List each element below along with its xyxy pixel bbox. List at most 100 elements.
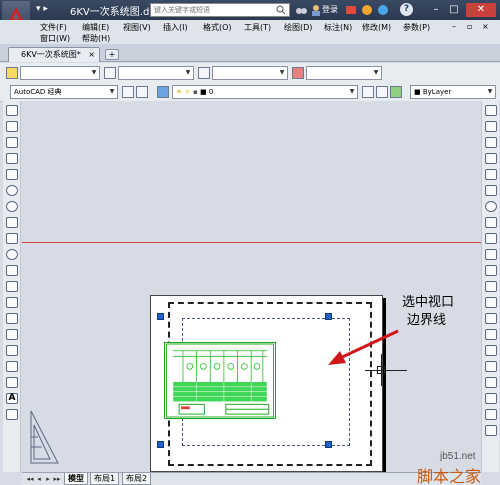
menu-close[interactable]: × xyxy=(482,22,489,31)
menu-insert[interactable]: 插入(I) xyxy=(163,22,188,33)
rotate-icon[interactable] xyxy=(485,201,497,212)
hatch-icon[interactable] xyxy=(6,329,18,340)
construction-line-icon[interactable] xyxy=(6,121,18,132)
next-tab-button[interactable]: ▸ xyxy=(44,474,52,484)
chamfer-icon[interactable] xyxy=(485,329,497,340)
copy-icon[interactable] xyxy=(485,121,497,132)
group-icon[interactable] xyxy=(485,409,497,420)
new-tab-button[interactable]: + xyxy=(105,49,119,60)
last-tab-button[interactable]: ▸▸ xyxy=(53,474,61,484)
add-selected-icon[interactable] xyxy=(6,409,18,420)
connect-icon[interactable] xyxy=(361,4,373,16)
menu-restore[interactable]: ▫ xyxy=(467,22,472,31)
quick-access-arrow-icon[interactable]: ▾ ▸ xyxy=(36,4,48,14)
menu-edit[interactable]: 编辑(E) xyxy=(82,22,109,33)
a360-icon[interactable] xyxy=(377,4,389,16)
user-icon[interactable] xyxy=(310,4,322,16)
arc-icon[interactable] xyxy=(6,185,18,196)
layer-select[interactable]: ☀ ☼ ▪ ■ 0 ▼ xyxy=(172,85,358,99)
array-icon[interactable] xyxy=(485,169,497,180)
break-at-point-icon[interactable] xyxy=(485,281,497,292)
tab-layout2[interactable]: 布局2 xyxy=(122,473,152,485)
dim-style-icon[interactable] xyxy=(104,67,116,79)
circle-icon[interactable] xyxy=(6,201,18,212)
menu-window[interactable]: 窗口(W) xyxy=(40,33,70,44)
dim-style-select[interactable]: ▼ xyxy=(118,66,194,80)
layer-walk-icon[interactable] xyxy=(485,425,497,436)
help-icon[interactable]: ? xyxy=(400,3,413,16)
first-tab-button[interactable]: ◂◂ xyxy=(26,474,34,484)
multileader-style-icon[interactable] xyxy=(292,67,304,79)
close-window-button[interactable]: ✕ xyxy=(466,3,496,17)
drawing-canvas[interactable]: 选中视口 边界线 xyxy=(22,101,481,472)
explode-icon[interactable] xyxy=(485,377,497,388)
insert-block-icon[interactable] xyxy=(6,281,18,292)
tab-model[interactable]: 模型 xyxy=(64,473,88,485)
menu-draw[interactable]: 绘图(D) xyxy=(284,22,312,33)
offset-icon[interactable] xyxy=(485,153,497,164)
polygon-icon[interactable] xyxy=(6,153,18,164)
multileader-style-select[interactable]: ▼ xyxy=(306,66,382,80)
menu-view[interactable]: 视图(V) xyxy=(123,22,151,33)
region-icon[interactable] xyxy=(6,361,18,372)
join-icon[interactable] xyxy=(485,313,497,324)
menu-modify[interactable]: 修改(M) xyxy=(362,22,391,33)
make-block-icon[interactable] xyxy=(6,297,18,308)
text-style-icon[interactable] xyxy=(6,67,18,79)
menu-parametric[interactable]: 参数(P) xyxy=(403,22,430,33)
break-icon[interactable] xyxy=(485,297,497,308)
point-icon[interactable] xyxy=(6,313,18,324)
move-icon[interactable] xyxy=(485,185,497,196)
polyline-icon[interactable] xyxy=(6,137,18,148)
prev-tab-button[interactable]: ◂ xyxy=(35,474,43,484)
viewport-grip-top-left[interactable] xyxy=(157,313,164,320)
menu-minimize[interactable]: – xyxy=(452,22,456,31)
close-tab-icon[interactable]: × xyxy=(88,48,95,61)
gradient-icon[interactable] xyxy=(6,345,18,356)
line-icon[interactable] xyxy=(6,105,18,116)
blend-curves-icon[interactable] xyxy=(485,361,497,372)
revision-cloud-icon[interactable] xyxy=(6,217,18,228)
text-style-select[interactable]: ▼ xyxy=(20,66,100,80)
menu-format[interactable]: 格式(O) xyxy=(203,22,232,33)
viewport-grip-top-right[interactable] xyxy=(325,313,332,320)
layer-state-icon[interactable] xyxy=(390,86,402,98)
minimize-button[interactable]: – xyxy=(428,3,444,17)
make-current-layer-icon[interactable] xyxy=(362,86,374,98)
table-style-icon[interactable] xyxy=(198,67,210,79)
erase-icon[interactable] xyxy=(485,105,497,116)
viewport-grip-bottom-right[interactable] xyxy=(325,441,332,448)
document-tab[interactable]: 6KV一次系统图* × xyxy=(8,47,100,62)
rectangle-icon[interactable] xyxy=(6,169,18,180)
extend-icon[interactable] xyxy=(485,265,497,276)
search-input[interactable] xyxy=(151,4,271,16)
table-style-select[interactable]: ▼ xyxy=(212,66,288,80)
maximize-button[interactable]: □ xyxy=(446,3,462,17)
multiline-text-icon[interactable]: A xyxy=(6,393,18,404)
spline-icon[interactable] xyxy=(6,233,18,244)
binoculars-icon[interactable] xyxy=(295,4,307,16)
fillet-icon[interactable] xyxy=(485,345,497,356)
login-link[interactable]: 登录 xyxy=(322,4,338,15)
menu-tools[interactable]: 工具(T) xyxy=(244,22,271,33)
workspace-icon[interactable] xyxy=(136,86,148,98)
scale-icon[interactable] xyxy=(485,217,497,228)
workspace-settings-icon[interactable] xyxy=(122,86,134,98)
ellipse-icon[interactable] xyxy=(6,249,18,260)
search-box[interactable] xyxy=(150,3,290,17)
exchange-icon[interactable] xyxy=(345,4,357,16)
trim-icon[interactable] xyxy=(485,249,497,260)
layer-properties-icon[interactable] xyxy=(157,86,169,98)
stretch-icon[interactable] xyxy=(485,233,497,244)
ellipse-arc-icon[interactable] xyxy=(6,265,18,276)
draw-order-icon[interactable] xyxy=(485,393,497,404)
menu-help[interactable]: 帮助(H) xyxy=(82,33,110,44)
menu-dimension[interactable]: 标注(N) xyxy=(324,22,352,33)
layer-previous-icon[interactable] xyxy=(376,86,388,98)
workspace-select[interactable]: AutoCAD 经典 ▼ xyxy=(10,85,118,99)
viewport-grip-bottom-left[interactable] xyxy=(157,441,164,448)
menu-file[interactable]: 文件(F) xyxy=(40,22,67,33)
tab-layout1[interactable]: 布局1 xyxy=(90,473,120,485)
table-icon[interactable] xyxy=(6,377,18,388)
color-select[interactable]: ■ ByLayer ▼ xyxy=(410,85,496,99)
